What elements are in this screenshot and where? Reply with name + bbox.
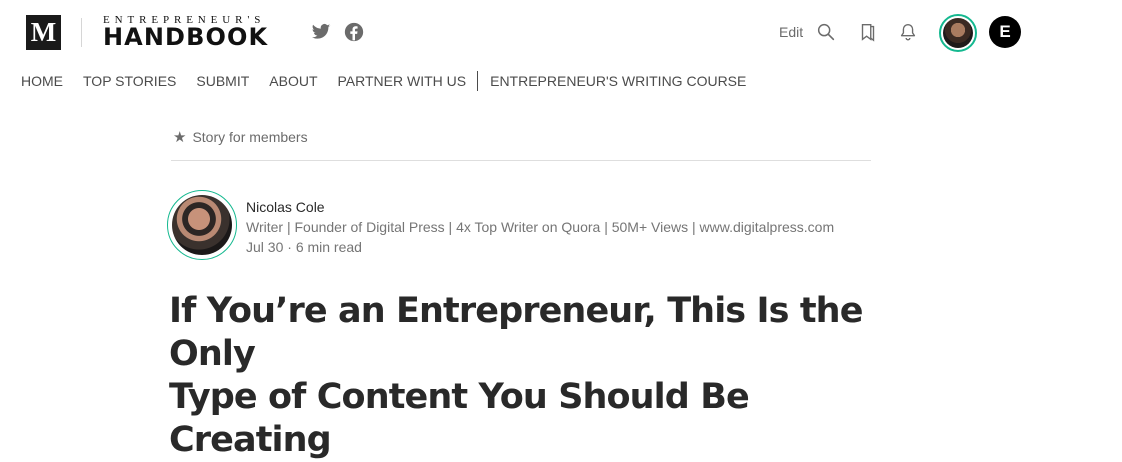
search-icon[interactable] [815,21,837,43]
publication-logo[interactable]: ENTREPRENEUR'S HANDBOOK [103,14,293,50]
members-only-label: ★ Story for members [173,128,308,146]
nav-separator [477,71,479,91]
article-title-line-2: Type of Content You Should Be Creating [169,377,750,460]
nav-partner-with-us[interactable]: PARTNER WITH US [338,72,467,90]
bell-icon[interactable] [897,21,919,43]
user-avatar[interactable] [939,14,977,52]
medium-logo[interactable]: M [26,15,61,50]
divider [171,160,871,161]
logo-divider [81,18,82,47]
nav-writing-course[interactable]: ENTREPRENEUR'S WRITING COURSE [490,72,746,90]
author-avatar[interactable] [167,190,237,260]
publish-date: Jul 30 [246,239,284,255]
members-only-text: Story for members [192,129,308,145]
read-time: 6 min read [295,239,362,255]
bookmarks-icon[interactable] [857,21,879,43]
nav-home[interactable]: HOME [21,72,63,90]
twitter-icon[interactable] [311,22,331,42]
article-title: If You’re an Entrepreneur, This Is the O… [169,290,889,462]
author-avatar-photo [172,195,232,255]
publication-nav: HOME TOP STORIES SUBMIT ABOUT PARTNER WI… [21,71,766,91]
nav-submit[interactable]: SUBMIT [196,72,249,90]
star-icon: ★ [173,129,187,146]
edit-link[interactable]: Edit [779,24,803,40]
publication-account-badge[interactable]: E [989,16,1021,48]
author-bio: Writer | Founder of Digital Press | 4x T… [246,219,835,235]
top-bar: M ENTREPRENEUR'S HANDBOOK Edit E [0,0,1122,64]
nav-about[interactable]: ABOUT [269,72,317,90]
article-meta: Jul 30 · 6 min read [246,239,362,255]
nav-top-stories[interactable]: TOP STORIES [83,72,176,90]
user-avatar-photo [943,18,973,48]
facebook-icon[interactable] [344,22,364,42]
author-name[interactable]: Nicolas Cole [246,199,325,215]
meta-separator: · [287,239,296,255]
article-title-line-1: If You’re an Entrepreneur, This Is the O… [169,291,863,374]
publication-logo-main-text: HANDBOOK [103,23,269,51]
